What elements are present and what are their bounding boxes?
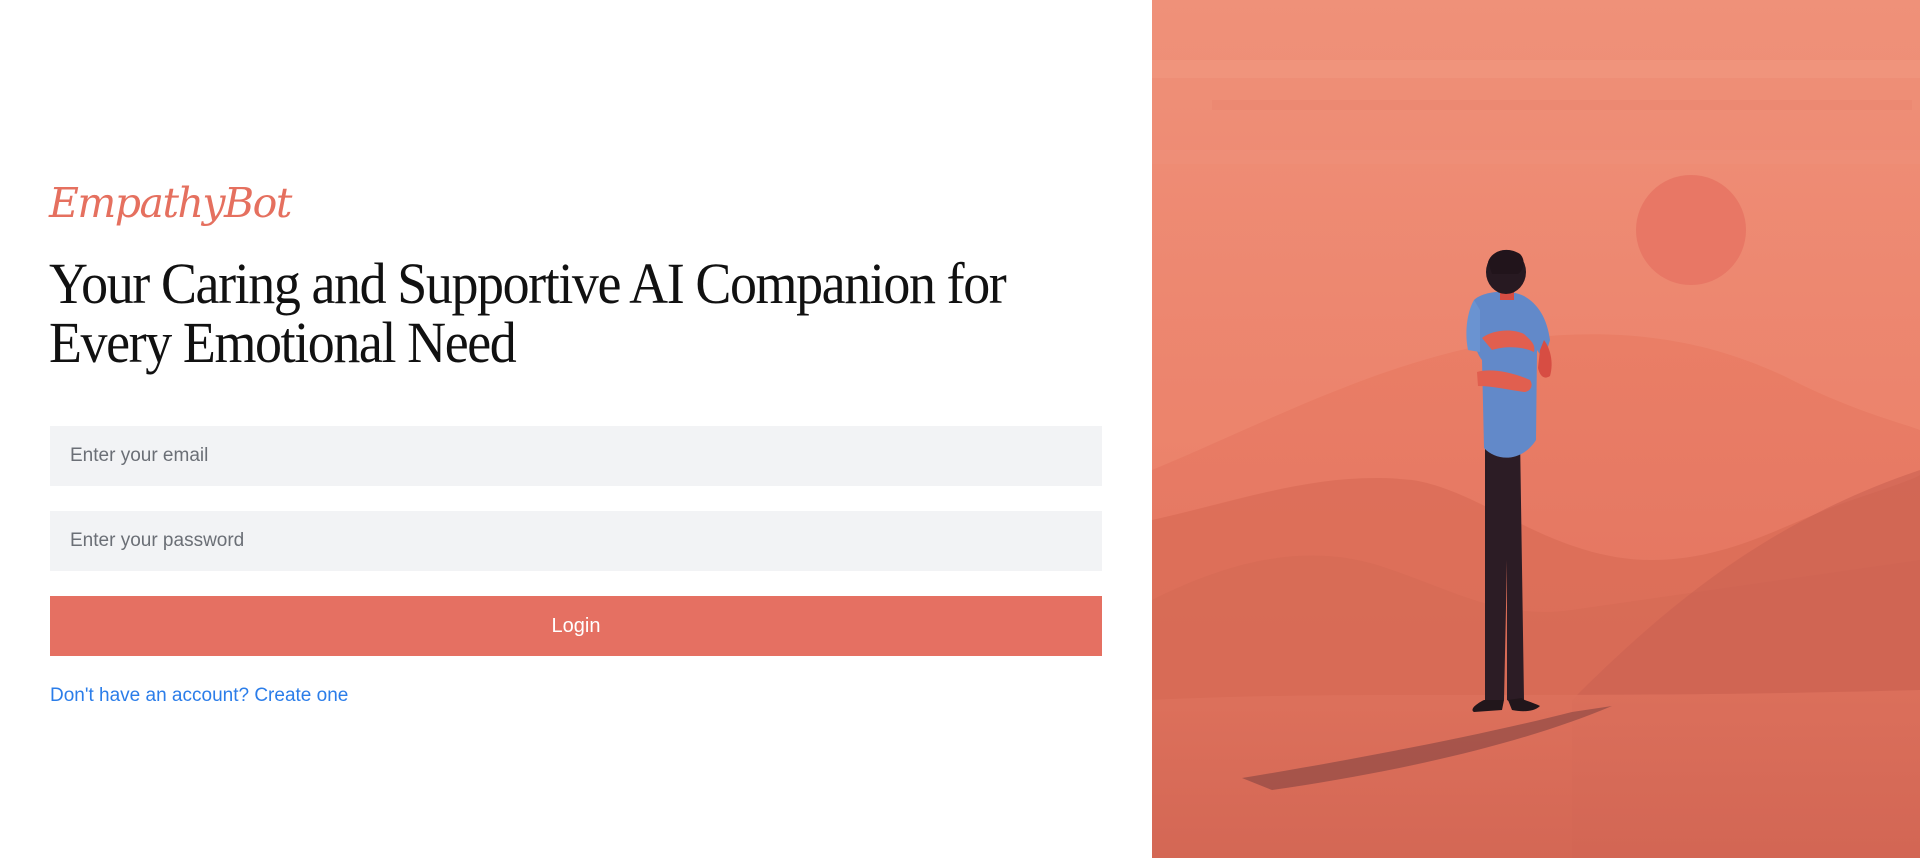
page-headline: Your Caring and Supportive AI Companion …: [49, 251, 1007, 375]
login-page: EmpathyBot Your Caring and Supportive AI…: [0, 0, 1920, 858]
email-field[interactable]: [50, 426, 1102, 486]
login-button[interactable]: Login: [50, 596, 1102, 656]
create-account-link[interactable]: Don't have an account? Create one: [50, 683, 348, 709]
brand-logo: EmpathyBot: [49, 179, 292, 227]
hero-illustration: [1152, 0, 1920, 858]
login-panel: EmpathyBot Your Caring and Supportive AI…: [0, 0, 1152, 858]
illustration-canvas: [1152, 0, 1920, 858]
texture-overlay: [1152, 0, 1920, 858]
password-field[interactable]: [50, 511, 1102, 571]
